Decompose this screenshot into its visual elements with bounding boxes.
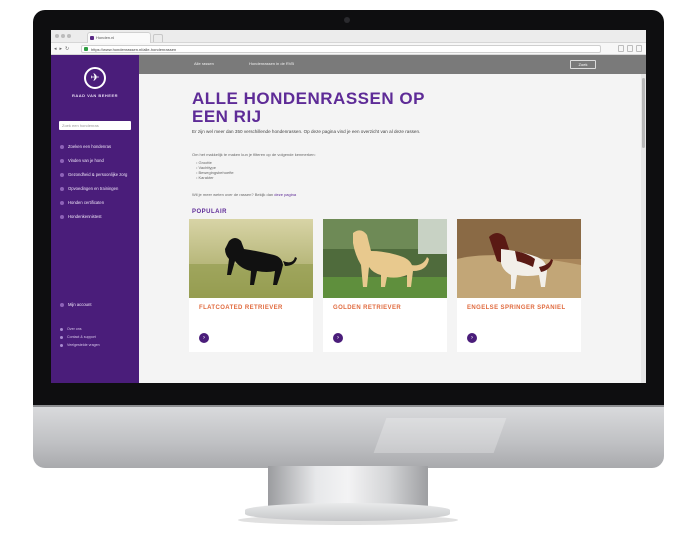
- topbar-link-1[interactable]: Alle rassen: [194, 61, 214, 66]
- extension-icon[interactable]: [627, 45, 633, 52]
- breed-name: GOLDEN RETRIEVER: [333, 305, 402, 311]
- link-over-ons[interactable]: Over ons: [60, 327, 100, 332]
- monitor-mockup: Honden.nl ◂ ▸ ↻ https://www.hondenrassen…: [0, 0, 678, 534]
- breed-card-flatcoated[interactable]: FLATCOATED RETRIEVER ›: [189, 219, 313, 352]
- browser-tabbar: Honden.nl: [51, 30, 646, 43]
- intro-text: Er zijn wel meer dan 350 verschillende h…: [192, 129, 421, 134]
- section-title: POPULAIR: [192, 209, 228, 215]
- tab-title: Honden.nl: [96, 35, 115, 40]
- forward-icon[interactable]: ▸: [60, 46, 63, 52]
- more-info: Wil je meer weten over de rassen? Bekijk…: [192, 192, 296, 197]
- list-item: Karakter: [196, 175, 234, 180]
- bookmark-icon[interactable]: [618, 45, 624, 52]
- back-icon[interactable]: ◂: [54, 46, 57, 52]
- sidebar-item-certificaten[interactable]: Honden certificaten: [60, 200, 132, 205]
- address-bar[interactable]: https://www.hondenrassen.nl/alle-hondenr…: [81, 45, 601, 53]
- sidebar-item-gezondheid[interactable]: Gezondheid & persoonlijke zorg: [60, 172, 132, 177]
- reload-icon[interactable]: ↻: [65, 46, 69, 52]
- site-topbar: Alle rassen Hondenrassen in de RVB Zoek: [139, 55, 646, 74]
- bottom-links: Over ons Contact & support Veelgestelde …: [60, 327, 100, 351]
- sidebar-item-zoeken[interactable]: Zoeken een hondenras: [60, 144, 132, 149]
- monitor-stand: [268, 466, 428, 506]
- more-prefix: Wil je meer weten over de rassen? Bekijk…: [192, 192, 274, 197]
- link-contact[interactable]: Contact & support: [60, 335, 100, 340]
- url-text: https://www.hondenrassen.nl/alle-hondenr…: [91, 47, 177, 52]
- favicon-icon: [90, 36, 94, 40]
- monitor-foot: [245, 503, 450, 521]
- new-tab-button[interactable]: [153, 34, 163, 42]
- screen: Honden.nl ◂ ▸ ↻ https://www.hondenrassen…: [51, 30, 646, 383]
- dog-photo-flatcoated: [189, 219, 313, 298]
- filter-intro: Om het makkelijk te maken kun je filtere…: [192, 152, 316, 157]
- sidebar: ✈ RAAD VAN BEHEER Zoek een hondenras Zoe…: [51, 55, 139, 383]
- monitor-chin: [33, 407, 664, 468]
- chevron-right-icon[interactable]: ›: [467, 333, 477, 343]
- sidebar-nav: Zoeken een hondenras Vinden van je hond …: [60, 144, 132, 228]
- lock-icon: [84, 47, 88, 51]
- scrollbar-thumb[interactable]: [642, 78, 645, 148]
- more-link[interactable]: deze pagina: [274, 192, 296, 197]
- sidebar-item-vinden[interactable]: Vinden van je hond: [60, 158, 132, 163]
- chevron-right-icon[interactable]: ›: [199, 333, 209, 343]
- my-account-link[interactable]: Mijn account: [60, 302, 92, 307]
- logo-text: RAAD VAN BEHEER: [71, 93, 119, 98]
- sidebar-item-kennistest[interactable]: Hondenkennistest: [60, 214, 132, 219]
- filter-list: Grootte Vachttype Bewegingsbehoefte Kara…: [196, 160, 234, 180]
- main-content: ALLE HONDENRASSEN OP EEN RIJ Er zijn wel…: [139, 74, 646, 383]
- link-faq[interactable]: Veelgestelde vragen: [60, 343, 100, 348]
- breed-name: FLATCOATED RETRIEVER: [199, 305, 283, 311]
- browser-tab[interactable]: Honden.nl: [87, 32, 151, 43]
- logo-icon[interactable]: ✈: [84, 67, 106, 89]
- search-input[interactable]: Zoek een hondenras: [59, 121, 131, 130]
- dog-photo-golden: [323, 219, 447, 298]
- window-controls[interactable]: [55, 34, 71, 38]
- chevron-right-icon[interactable]: ›: [333, 333, 343, 343]
- topbar-search-button[interactable]: Zoek: [570, 60, 596, 69]
- scrollbar[interactable]: [641, 74, 646, 383]
- sidebar-item-opvoeding[interactable]: Opvoedingen en trainingen: [60, 186, 132, 191]
- menu-icon[interactable]: [636, 45, 642, 52]
- breed-name: ENGELSE SPRINGER SPANIEL: [467, 305, 566, 311]
- dog-photo-springer: [457, 219, 581, 298]
- webcam-icon: [344, 17, 350, 23]
- breed-card-golden[interactable]: GOLDEN RETRIEVER ›: [323, 219, 447, 352]
- breed-card-springer[interactable]: ENGELSE SPRINGER SPANIEL ›: [457, 219, 581, 352]
- page-title: ALLE HONDENRASSEN OP EEN RIJ: [192, 89, 425, 126]
- browser-toolbar: ◂ ▸ ↻ https://www.hondenrassen.nl/alle-h…: [51, 43, 646, 55]
- topbar-link-2[interactable]: Hondenrassen in de RVB: [249, 61, 294, 66]
